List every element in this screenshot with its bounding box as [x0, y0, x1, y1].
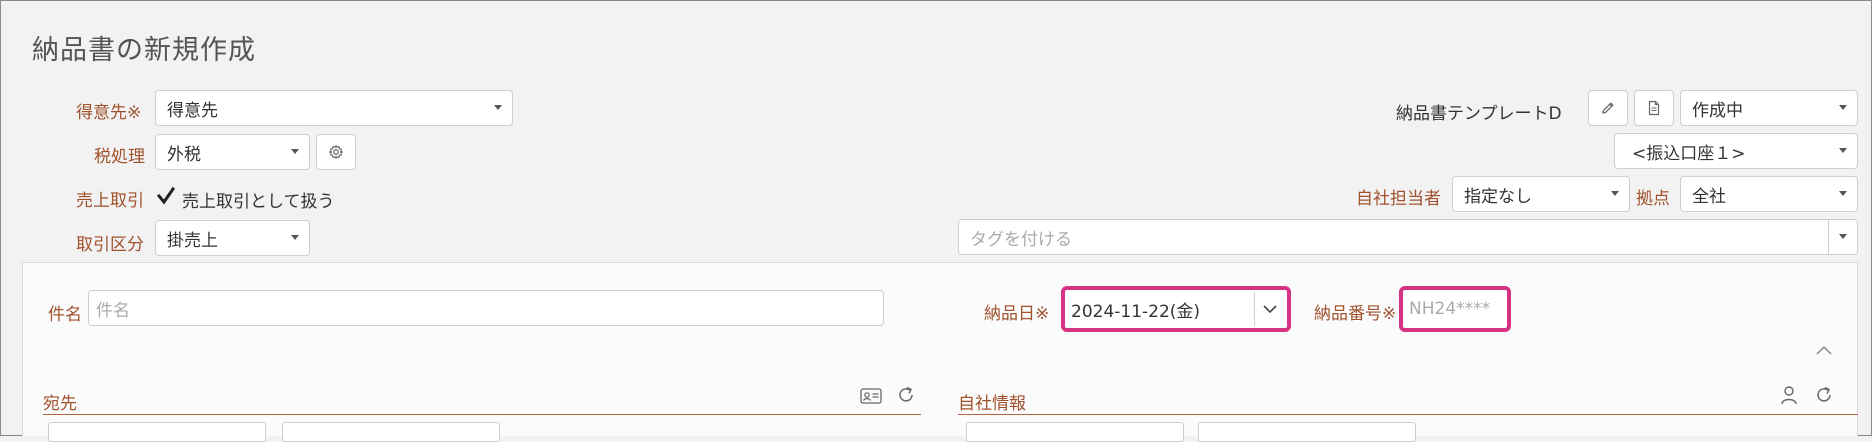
transaction-type-label: 取引区分 — [76, 235, 144, 255]
staff-label: 自社担当者 — [1356, 189, 1441, 209]
page-title: 納品書の新規作成 — [32, 35, 256, 66]
bank-account-value: <振込口座１> — [1632, 143, 1746, 164]
refresh-icon[interactable] — [896, 385, 916, 405]
recipient-section-divider — [43, 414, 921, 415]
customer-select[interactable]: 得意先 — [155, 90, 513, 126]
transaction-type-select[interactable]: 掛売上 — [155, 220, 310, 256]
tax-label: 税処理 — [94, 147, 145, 167]
tags-input[interactable]: タグを付ける — [958, 219, 1858, 255]
pencil-icon — [1602, 102, 1614, 114]
base-value: 全社 — [1692, 186, 1726, 207]
recipient-field-1[interactable] — [48, 422, 266, 442]
chevron-down-icon — [1839, 105, 1847, 110]
subject-input[interactable]: 件名 — [88, 290, 884, 326]
subject-label: 件名 — [48, 305, 82, 325]
template-label: 納品書テンプレートD — [1396, 104, 1562, 124]
tax-value: 外税 — [167, 144, 201, 165]
bank-account-select[interactable]: <振込口座１> — [1614, 133, 1858, 169]
contact-card-icon[interactable] — [860, 387, 882, 405]
document-icon — [1648, 100, 1660, 116]
chevron-down-icon — [1839, 148, 1847, 153]
company-section-title: 自社情報 — [958, 394, 1026, 414]
sales-checkbox[interactable] — [155, 185, 177, 207]
preview-document-button[interactable] — [1634, 90, 1674, 126]
company-section-divider — [958, 414, 1858, 415]
gear-icon — [328, 144, 344, 160]
chevron-down-icon — [494, 105, 502, 110]
sales-label: 売上取引 — [76, 191, 144, 211]
delivery-date-label: 納品日※ — [984, 304, 1050, 324]
tags-placeholder: タグを付ける — [970, 229, 1072, 250]
chevron-down-icon — [1839, 234, 1847, 239]
company-field-1[interactable] — [966, 422, 1184, 442]
base-select[interactable]: 全社 — [1680, 176, 1858, 212]
subject-placeholder: 件名 — [96, 300, 130, 321]
customer-value: 得意先 — [167, 100, 218, 121]
chevron-down-icon — [291, 149, 299, 154]
status-select[interactable]: 作成中 — [1680, 90, 1858, 126]
recipient-field-2[interactable] — [282, 422, 500, 442]
person-icon[interactable] — [1780, 385, 1798, 405]
checkmark-icon — [156, 186, 176, 205]
delivery-number-label: 納品番号※ — [1314, 304, 1397, 324]
transaction-type-value: 掛売上 — [167, 230, 218, 251]
base-label: 拠点 — [1636, 189, 1670, 209]
staff-value: 指定なし — [1464, 186, 1532, 207]
recipient-section-title: 宛先 — [43, 394, 77, 414]
edit-template-button[interactable] — [1588, 90, 1628, 126]
tax-settings-button[interactable] — [316, 134, 356, 170]
collapse-chevron-up-icon[interactable] — [1816, 345, 1832, 355]
company-field-2[interactable] — [1198, 422, 1416, 442]
staff-select[interactable]: 指定なし — [1452, 176, 1630, 212]
tags-divider — [1828, 220, 1829, 254]
customer-label: 得意先※ — [76, 103, 142, 123]
status-value: 作成中 — [1692, 100, 1743, 121]
delivery-date-highlight — [1061, 286, 1291, 332]
chevron-down-icon — [291, 235, 299, 240]
chevron-down-icon — [1611, 191, 1619, 196]
sales-checkbox-label[interactable]: 売上取引として扱う — [182, 187, 335, 212]
refresh-icon[interactable] — [1814, 385, 1834, 405]
detail-panel — [22, 262, 1858, 436]
delivery-number-highlight — [1399, 286, 1511, 332]
chevron-down-icon — [1839, 191, 1847, 196]
tax-select[interactable]: 外税 — [155, 134, 310, 170]
